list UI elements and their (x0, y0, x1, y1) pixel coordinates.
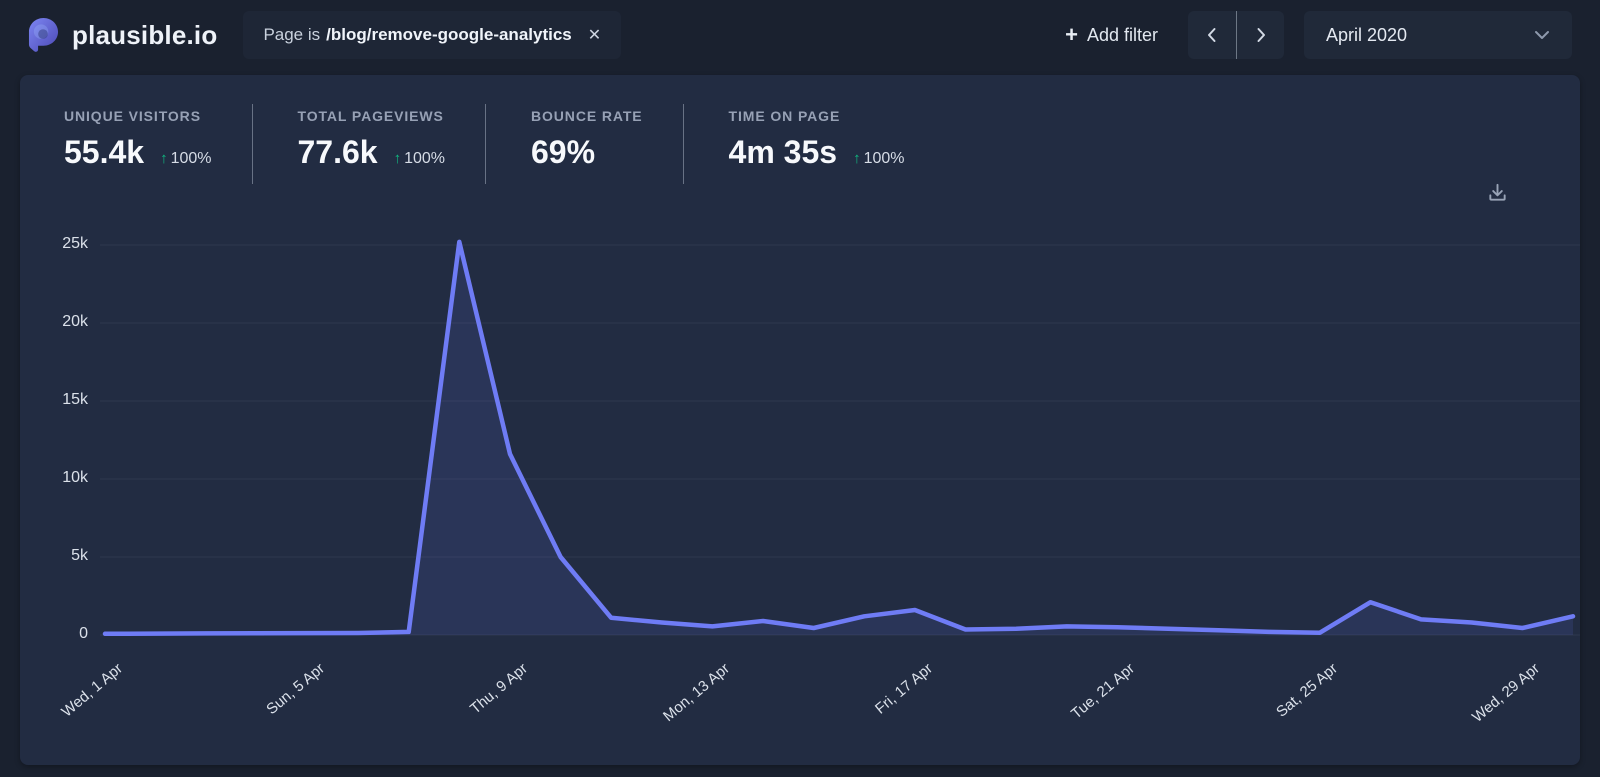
stat-total-pageviews[interactable]: TOTAL PAGEVIEWS 77.6k ↑100% (253, 104, 487, 184)
download-export-button[interactable] (1487, 182, 1508, 203)
chevron-right-icon (1254, 27, 1268, 43)
remove-filter-icon[interactable]: ✕ (588, 25, 601, 45)
stat-change: ↑100% (160, 150, 211, 168)
plus-icon: + (1065, 24, 1078, 46)
y-axis-label: 25k (20, 235, 88, 253)
x-axis-label: Wed, 29 Apr (1469, 660, 1543, 726)
y-axis-label: 5k (20, 547, 88, 565)
chart-area-fill (105, 242, 1573, 635)
x-axis-label: Wed, 1 Apr (58, 660, 126, 721)
add-filter-label: Add filter (1087, 25, 1158, 46)
stat-value: 55.4k (64, 134, 144, 171)
stat-time-on-page[interactable]: TIME ON PAGE 4m 35s ↑100% (684, 104, 945, 184)
analytics-card: UNIQUE VISITORS 55.4k ↑100% TOTAL PAGEVI… (20, 75, 1580, 765)
visitors-chart[interactable]: Wed, 1 AprSun, 5 AprThu, 9 AprMon, 13 Ap… (100, 230, 1580, 645)
next-period-button[interactable] (1236, 11, 1284, 59)
y-axis-label: 0 (20, 625, 88, 643)
stats-row: UNIQUE VISITORS 55.4k ↑100% TOTAL PAGEVI… (20, 75, 1580, 184)
filter-value: /blog/remove-google-analytics (326, 25, 572, 45)
up-arrow-icon: ↑ (160, 150, 168, 167)
top-bar: plausible.io Page is /blog/remove-google… (0, 0, 1600, 70)
x-axis-label: Mon, 13 Apr (660, 660, 733, 725)
chevron-down-icon (1534, 30, 1550, 40)
y-axis-label: 10k (20, 469, 88, 487)
stat-bounce-rate[interactable]: BOUNCE RATE 69% (486, 104, 684, 184)
y-axis-label: 15k (20, 391, 88, 409)
up-arrow-icon: ↑ (853, 150, 861, 167)
previous-period-button[interactable] (1188, 11, 1236, 59)
date-range-picker[interactable]: April 2020 (1304, 11, 1572, 59)
stat-change: ↑100% (394, 150, 445, 168)
brand[interactable]: plausible.io (28, 17, 217, 53)
stat-value: 69% (531, 134, 595, 171)
stat-change: ↑100% (853, 150, 904, 168)
plausible-logo-icon (28, 17, 59, 53)
add-filter-button[interactable]: + Add filter (1065, 24, 1158, 46)
stat-label: BOUNCE RATE (531, 108, 643, 124)
filter-prefix: Page is (263, 25, 320, 45)
active-filter-pill[interactable]: Page is /blog/remove-google-analytics ✕ (243, 11, 621, 59)
site-title: plausible.io (72, 20, 217, 51)
stat-label: TOTAL PAGEVIEWS (298, 108, 446, 124)
y-axis-label: 20k (20, 313, 88, 331)
visitors-line (105, 242, 1573, 634)
period-nav (1188, 11, 1284, 59)
stat-unique-visitors[interactable]: UNIQUE VISITORS 55.4k ↑100% (64, 104, 253, 184)
x-axis-label: Tue, 21 Apr (1068, 660, 1138, 723)
up-arrow-icon: ↑ (394, 150, 402, 167)
stat-label: TIME ON PAGE (729, 108, 905, 124)
x-axis-label: Thu, 9 Apr (467, 660, 531, 718)
stat-value: 4m 35s (729, 134, 838, 171)
x-axis-label: Sat, 25 Apr (1273, 660, 1341, 721)
y-axis: 0 5k 10k 15k 20k 25k (20, 230, 88, 645)
date-range-value: April 2020 (1326, 25, 1407, 46)
download-icon (1487, 182, 1508, 203)
stat-value: 77.6k (298, 134, 378, 171)
x-axis-label: Sun, 5 Apr (264, 660, 329, 718)
chevron-left-icon (1205, 27, 1219, 43)
stat-label: UNIQUE VISITORS (64, 108, 212, 124)
x-axis-label: Fri, 17 Apr (872, 660, 936, 718)
